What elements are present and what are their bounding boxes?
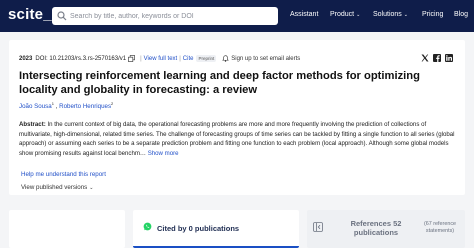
nav-assistant-label: Assistant	[290, 11, 319, 18]
nav-solutions-label: Solutions	[373, 11, 402, 18]
top-navbar: scite_ Assistant Product ⌄ Solutions ⌄ P…	[0, 0, 474, 32]
author-affiliation-number: 2	[111, 101, 114, 106]
help-understand-link[interactable]: Help me understand this report	[21, 171, 106, 178]
tab-references[interactable]: References 52 publications (67 reference…	[307, 210, 465, 248]
side-panel-card	[9, 210, 125, 248]
abstract: Abstract: In the current context of big …	[19, 120, 459, 159]
nav-product-label: Product	[330, 11, 355, 18]
nav-pricing-label: Pricing	[422, 11, 444, 18]
author-link[interactable]: João Sousa	[19, 103, 52, 110]
references-label: References 52 publications	[350, 219, 402, 237]
nav-solutions[interactable]: Solutions ⌄	[373, 11, 408, 18]
view-published-versions-label: View published versions	[21, 184, 88, 191]
nav-blog-label: Blog	[454, 11, 469, 18]
view-published-versions-toggle[interactable]: View published versions ⌄	[21, 184, 93, 191]
nav-assistant[interactable]: Assistant	[290, 11, 318, 18]
whatsapp-icon	[143, 222, 152, 231]
author-list: João Sousa1 , Roberto Henriques2	[19, 101, 113, 110]
cite-link[interactable]: Cite	[183, 56, 194, 62]
collapse-left-icon[interactable]	[313, 222, 323, 232]
copy-icon[interactable]	[128, 55, 136, 62]
nav-product[interactable]: Product ⌄	[330, 11, 360, 18]
share-icons	[421, 54, 453, 62]
author-link[interactable]: Roberto Henriques	[59, 103, 111, 110]
publication-year: 2023	[19, 55, 33, 62]
separator: |	[140, 55, 142, 62]
chevron-down-icon: ⌄	[356, 11, 361, 18]
show-more-link[interactable]: Show more	[148, 150, 179, 157]
facebook-icon[interactable]	[433, 54, 441, 62]
view-full-text-link[interactable]: View full text	[144, 56, 178, 62]
author-affiliation-number: 1	[51, 101, 54, 106]
nav-blog[interactable]: Blog	[454, 11, 468, 18]
search-input[interactable]	[70, 7, 274, 25]
email-alert-label: Sign up to set email alerts	[231, 55, 301, 62]
email-alert-button[interactable]: Sign up to set email alerts	[222, 55, 300, 62]
separator: |	[179, 55, 181, 62]
cited-by-label: Cited by 0 publications	[157, 224, 240, 233]
chevron-down-icon: ⌄	[89, 184, 94, 191]
doi-text[interactable]: DOI: 10.21203/rs.3.rs-2570163/v1	[35, 56, 126, 62]
scite-logo[interactable]: scite_	[8, 6, 52, 23]
twitter-icon[interactable]	[421, 54, 429, 62]
linkedin-icon[interactable]	[445, 54, 453, 62]
preprint-badge: Preprint	[196, 55, 217, 62]
tab-cited-by[interactable]: Cited by 0 publications	[133, 210, 299, 248]
bell-icon	[222, 55, 229, 62]
reference-statements-count: (67 reference statements)	[423, 221, 457, 234]
article-title: Intersecting reinforcement learning and …	[19, 70, 420, 96]
search-box[interactable]	[52, 7, 278, 25]
nav-pricing[interactable]: Pricing	[422, 11, 443, 18]
chevron-down-icon: ⌄	[403, 11, 408, 18]
article-meta: 2023 DOI: 10.21203/rs.3.rs-2570163/v1 | …	[19, 55, 300, 62]
abstract-label: Abstract:	[19, 121, 46, 128]
abstract-text: In the current context of big data, the …	[19, 121, 455, 158]
search-icon	[57, 11, 67, 21]
